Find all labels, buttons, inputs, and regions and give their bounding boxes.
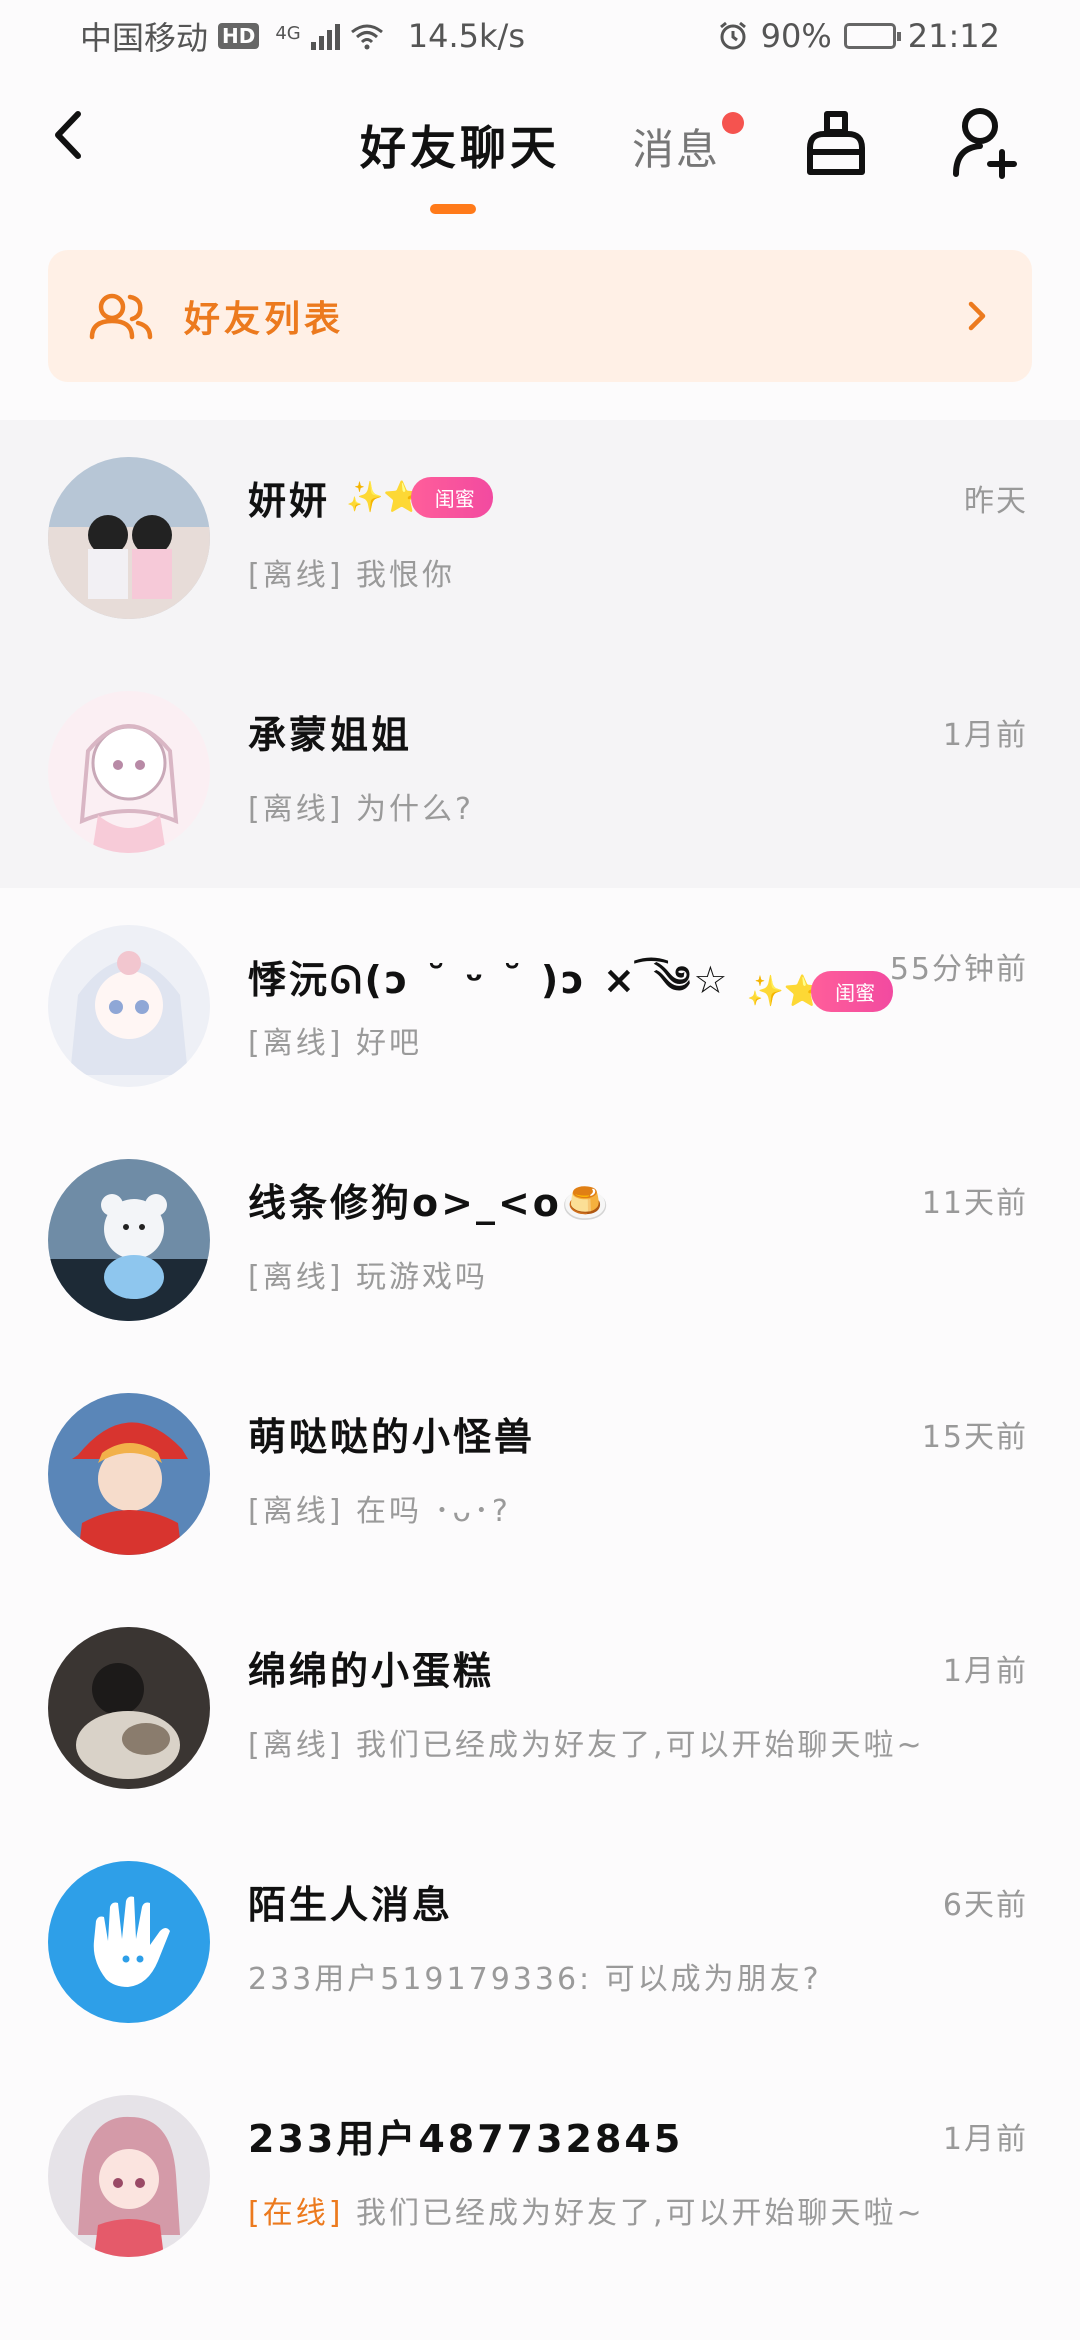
message-preview: [离线] 我们已经成为好友了,可以开始聊天啦~: [248, 1720, 925, 1764]
message-preview: [离线] 好吧: [248, 1018, 422, 1062]
friend-list-label: 好友列表: [184, 299, 345, 340]
preview-text: 我们已经成为好友了,可以开始聊天啦~: [355, 1728, 925, 1763]
badge-label: 闺蜜: [410, 477, 493, 518]
contact-name: 妍妍: [248, 479, 331, 523]
net-speed: 14.5k/s: [407, 17, 525, 55]
contact-name: 233用户487732845: [248, 2117, 684, 2161]
message-preview: [在线] 我们已经成为好友了,可以开始聊天啦~: [248, 2188, 925, 2232]
signal-icon: [310, 22, 340, 50]
status-tag: [在线]: [248, 2196, 344, 2231]
name-line: 承蒙姐姐: [248, 704, 412, 759]
preview-text: 为什么?: [355, 792, 474, 827]
chat-row-mengdada[interactable]: 萌哒哒的小怪兽 15天前 [离线] 在吗 ･ᴗ･?: [0, 1356, 1080, 1590]
status-right: 90% 21:12: [717, 17, 1000, 55]
avatar[interactable]: [48, 1627, 210, 1789]
name-line: 233用户487732845: [248, 2108, 683, 2163]
message-preview: [离线] 玩游戏吗: [248, 1252, 488, 1296]
alarm-icon: [719, 21, 746, 50]
add-friend-button[interactable]: [950, 104, 1020, 180]
status-tag: [离线]: [248, 1494, 344, 1529]
preview-text: 我们已经成为好友了,可以开始聊天啦~: [355, 2196, 925, 2231]
chat-time: 1月前: [942, 2122, 1028, 2157]
carrier-label: 中国移动: [80, 19, 209, 57]
tab-friend-chat[interactable]: 好友聊天: [360, 112, 560, 178]
chat-time: 昨天: [964, 484, 1028, 519]
name-line: 妍妍 ✨⭐ 闺蜜: [248, 470, 493, 525]
preview-text: 在吗 ･ᴗ･?: [355, 1494, 511, 1529]
status-tag: [离线]: [248, 1260, 344, 1295]
message-preview: 233用户519179336: 可以成为朋友?: [248, 1954, 822, 1998]
chat-time: 1月前: [942, 718, 1028, 753]
avatar[interactable]: [48, 691, 210, 853]
friends-icon: [89, 293, 153, 340]
status-tag: [离线]: [248, 1728, 344, 1763]
stranger-avatar[interactable]: [48, 1861, 210, 2023]
avatar[interactable]: [48, 1159, 210, 1321]
message-preview: [离线] 为什么?: [248, 784, 474, 828]
avatar[interactable]: [48, 925, 210, 1087]
active-tab-indicator: [430, 204, 476, 214]
avatar[interactable]: [48, 1393, 210, 1555]
network-type: 4G: [275, 23, 301, 44]
chat-row-user-487732845[interactable]: 233用户487732845 1月前 [在线] 我们已经成为好友了,可以开始聊天…: [0, 2058, 1080, 2292]
contact-name: 线条修狗o>_<o🍮: [248, 1181, 613, 1225]
battery-icon: [843, 23, 901, 49]
back-button[interactable]: [40, 100, 100, 170]
wifi-icon: [350, 24, 383, 50]
bestie-badge: ✨⭐ 闺蜜: [346, 477, 493, 518]
preview-text: 233用户519179336: 可以成为朋友?: [248, 1962, 822, 1997]
chat-row-stranger-messages[interactable]: 陌生人消息 6天前 233用户519179336: 可以成为朋友?: [0, 1824, 1080, 2058]
status-left: 中国移动 HD 4G 14.5k/s: [80, 13, 525, 59]
bestie-badge: ✨⭐ 闺蜜: [746, 971, 894, 1012]
preview-text: 我恨你: [355, 558, 455, 593]
unread-dot: [722, 112, 744, 134]
contact-name: 绵绵的小蛋糕: [248, 1649, 495, 1693]
header: 好友聊天 消息: [0, 80, 1080, 230]
status-bar: 中国移动 HD 4G 14.5k/s 90% 21:12: [0, 0, 1080, 72]
name-line: 陌生人消息: [248, 1874, 453, 1929]
name-line: 萌哒哒的小怪兽: [248, 1406, 535, 1461]
preview-text: 好吧: [355, 1026, 422, 1061]
status-tag: [离线]: [248, 792, 344, 827]
friend-list-button[interactable]: 好友列表: [48, 250, 1032, 382]
name-line: 绵绵的小蛋糕: [248, 1640, 494, 1695]
chat-time: 1月前: [942, 1654, 1028, 1689]
hd-badge: HD: [218, 23, 260, 49]
tab-messages[interactable]: 消息: [632, 116, 720, 177]
chat-list: 妍妍 ✨⭐ 闺蜜 昨天 [离线] 我恨你 承蒙姐姐 1月前 [离线] 为什么?: [0, 420, 1080, 2292]
chevron-right-icon: [968, 301, 986, 331]
clean-broom-button[interactable]: [800, 108, 872, 180]
chat-row-xiantiao[interactable]: 线条修狗o>_<o🍮 11天前 [离线] 玩游戏吗: [0, 1122, 1080, 1356]
clock: 21:12: [907, 17, 1000, 55]
contact-name: 萌哒哒的小怪兽: [248, 1415, 536, 1459]
star-icon: ✨⭐: [746, 973, 822, 1009]
chat-row-jiyuan[interactable]: 悸沅ᘏ(ɔ ˘ ᵕ ˘ )ɔ × ͡༄☆ ✨⭐ 闺蜜 55分钟前 [离线] 好吧: [0, 888, 1080, 1122]
message-preview: [离线] 我恨你: [248, 550, 455, 594]
status-tag: [离线]: [248, 558, 344, 593]
chat-time: 15天前: [921, 1420, 1028, 1455]
chat-time: 6天前: [942, 1888, 1028, 1923]
chat-row-yanyan[interactable]: 妍妍 ✨⭐ 闺蜜 昨天 [离线] 我恨你: [0, 420, 1080, 654]
avatar[interactable]: [48, 457, 210, 619]
badge-label: 闺蜜: [811, 971, 894, 1012]
battery-percent: 90%: [760, 17, 832, 55]
status-tag: [离线]: [248, 1026, 344, 1061]
chat-time: 11天前: [921, 1186, 1028, 1221]
chat-time: 55分钟前: [889, 952, 1028, 987]
avatar[interactable]: [48, 2095, 210, 2257]
chat-row-mianmian[interactable]: 绵绵的小蛋糕 1月前 [离线] 我们已经成为好友了,可以开始聊天啦~: [0, 1590, 1080, 1824]
contact-name: 陌生人消息: [248, 1883, 454, 1927]
preview-text: 玩游戏吗: [355, 1260, 488, 1295]
message-preview: [离线] 在吗 ･ᴗ･?: [248, 1486, 511, 1530]
star-icon: ✨⭐: [346, 479, 421, 515]
contact-name: 承蒙姐姐: [248, 713, 413, 757]
chat-row-chengmeng[interactable]: 承蒙姐姐 1月前 [离线] 为什么?: [0, 654, 1080, 888]
name-line: 线条修狗o>_<o🍮: [248, 1172, 612, 1227]
